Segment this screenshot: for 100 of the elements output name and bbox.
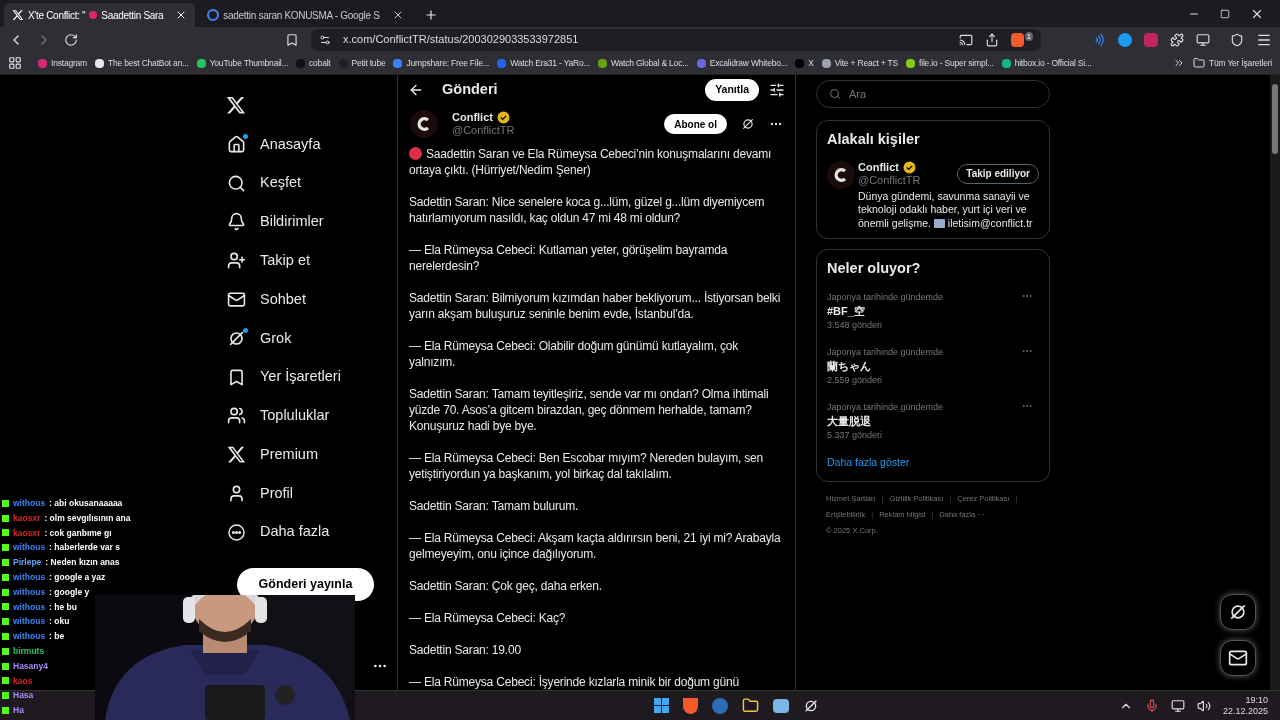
puzzle-icon[interactable] [1170, 32, 1184, 47]
nav-item[interactable]: Bildirimler [222, 202, 397, 242]
chat-message: : google y [49, 585, 90, 599]
post-paragraph: — Ela Rümeysa Cebeci: İşyerinde kızlarla minik bir doğum günü [409, 674, 740, 690]
bookmark-item[interactable]: Vite + React + TS [821, 56, 899, 70]
post-paragraph: — Ela Rümeysa Cebeci: Kutlaman yeter, görüşelim bayramda nerelerdesin? [409, 242, 729, 274]
nav-item[interactable]: Daha fazla [222, 512, 397, 552]
nav-item[interactable]: Profil [222, 474, 397, 513]
shield-icon[interactable] [1230, 32, 1244, 47]
subscribe-button[interactable]: Abone ol [664, 114, 727, 134]
network-icon[interactable] [1170, 698, 1185, 713]
window-icon[interactable] [1196, 32, 1210, 47]
wave-icon[interactable] [1092, 32, 1106, 47]
tab-title: X'te Conflict: " Saadettin Sara [28, 8, 164, 23]
post-paragraph: Saadettin Saran ve Ela Rümeysa Cebeci’nin konuşmalarını devamı ortaya çıktı. (Hürriyet/Nedim Şener) [409, 146, 773, 178]
trend-name[interactable]: 蘭ちゃん [827, 359, 871, 373]
nav-item[interactable]: Premium [222, 435, 397, 475]
site-settings-icon [319, 33, 331, 46]
bookmark-icon [227, 367, 246, 387]
nav-item[interactable]: Sohbet [222, 280, 397, 319]
bookmark-item[interactable]: file.io - Super simpl... [906, 56, 994, 70]
sliders-icon[interactable] [769, 81, 785, 98]
bookmark-folder[interactable]: Tüm Yer İşaretleri [1193, 56, 1272, 70]
circle-emoji-icon [409, 147, 422, 160]
clock[interactable]: 19:10 22.12.2025 [1222, 694, 1268, 717]
nav-item[interactable]: Grok [222, 319, 397, 358]
app-icon[interactable] [772, 698, 789, 713]
chat-message: : cok ganbıme gı [44, 526, 112, 540]
nav-item[interactable]: Takip et [222, 241, 397, 281]
scrollbar-thumb[interactable] [1272, 84, 1278, 154]
nav-item[interactable]: Yer İşaretleri [222, 357, 397, 397]
grok-button[interactable] [1220, 594, 1256, 630]
apps-icon[interactable] [8, 56, 22, 70]
chat-message: : oku [49, 615, 70, 629]
post-paragraph: Sadettin Saran: Çok geç, daha erken. [409, 578, 603, 594]
browser-tab[interactable]: sadettin saran KONUSMA - Google S [199, 3, 412, 27]
new-tab-icon[interactable] [423, 8, 438, 22]
search-placeholder: Ara [849, 86, 867, 102]
bookmark-item[interactable]: Excalidraw Whitebo... [696, 56, 788, 70]
avatar[interactable] [827, 160, 855, 189]
trend-context: Japonya tarihinde gündemde [827, 346, 944, 359]
author-name[interactable]: Conflict [452, 111, 493, 124]
trend-count: 2.559 gönderi [827, 374, 883, 387]
bookmark-icon[interactable] [285, 32, 299, 47]
slashed-circle-icon [741, 117, 755, 131]
bell-icon [227, 212, 246, 232]
bookmark-item[interactable]: The best ChatBot an... [95, 56, 189, 70]
bookmark-item[interactable]: Petit tube [338, 56, 386, 70]
post-paragraph: Sadettin Saran: Nice senelere koca g...lüm, güzel g...lüm diyemiycem hatırlamıyorum nasıldı, kaç oldun 47 mi 48 mi oldun? [409, 194, 766, 226]
chat-username: kaosxr [13, 526, 41, 540]
account-name[interactable]: Conflict [858, 160, 899, 174]
search-icon [829, 88, 841, 100]
person-plus-icon [227, 251, 246, 271]
trend-context: Japonya tarihinde gündemde [827, 291, 944, 304]
nav-item[interactable]: Anasayfa [222, 125, 397, 164]
post-paragraph: — Ela Rümeysa Cebeci: Akşam kaçta aldırırsın beni, 21 iyi mi? Arabayla gelmeyeyim, onu içince dağılıyorum. [409, 530, 782, 562]
extension-icon[interactable] [1118, 32, 1132, 47]
close-window-icon[interactable] [1250, 7, 1264, 21]
start-icon[interactable] [653, 698, 669, 713]
bookmark-item[interactable]: Jumpshare: Free File... [393, 56, 490, 70]
microphone-icon[interactable] [1144, 698, 1159, 713]
author-handle: @ConflictTR [452, 124, 516, 137]
messages-button[interactable] [1220, 640, 1256, 676]
trend-name[interactable]: 大量脱退 [827, 414, 871, 428]
x-logo-icon [12, 9, 24, 21]
chat-username: Ha [13, 704, 24, 718]
reload-icon[interactable] [64, 32, 78, 47]
chat-username: birmuts [13, 644, 45, 658]
chat-username: Pirlepe [13, 556, 42, 570]
chat-username: withous [13, 615, 46, 629]
post-paragraph: Sadettin Saran: 19.00 [409, 642, 522, 658]
search-icon [227, 173, 246, 193]
bookmark-item[interactable]: Watch Global & Loc... [598, 56, 689, 70]
browser-tab[interactable]: X'te Conflict: " Saadettin Sara [4, 3, 196, 27]
show-more-link[interactable]: Daha fazla göster [827, 455, 910, 471]
more-bookmarks-icon[interactable] [1173, 57, 1185, 69]
nav-item[interactable]: Keşfet [222, 163, 397, 203]
post-paragraph: — Ela Rümeysa Cebeci: Ben Escobar mıyım? Nereden bulayım, sen yetiştiriyordun ya başkanım, yol birkaç dal takılalım. [409, 450, 764, 482]
folder-icon[interactable] [741, 697, 759, 714]
restore-icon[interactable] [1220, 9, 1230, 19]
chat-message: : he bu [49, 600, 77, 614]
bookmark-item[interactable]: hitbox.io - Official Si... [1001, 56, 1092, 70]
bookmark-item[interactable]: Instagram [38, 56, 87, 70]
trend-count: 3.548 gönderi [827, 319, 883, 332]
reply-button[interactable]: Yanıtla [705, 78, 759, 101]
slashed-circle-icon [1228, 602, 1248, 622]
share-icon [985, 32, 1000, 47]
chat-username: Hasany4 [13, 659, 48, 673]
nav-item[interactable]: Topluluklar [222, 396, 397, 436]
trend-name[interactable]: #BF_空 [827, 304, 865, 318]
bookmark-item[interactable]: cobalt [296, 56, 331, 70]
volume-icon[interactable] [1196, 698, 1211, 713]
tab-title: sadettin saran KONUSMA - Google S [223, 8, 380, 23]
avatar[interactable] [410, 110, 438, 138]
bookmark-item[interactable]: Watch Era31 - YaRo... [497, 56, 590, 70]
page-title: Gönderi [442, 79, 499, 99]
chat-message: : be [49, 630, 65, 644]
bookmark-item[interactable]: YouTube Thumbnail... [196, 56, 289, 70]
bookmark-item[interactable]: X [795, 56, 814, 70]
post-paragraph: — Ela Rümeysa Cebeci: Kaç? [409, 610, 567, 626]
